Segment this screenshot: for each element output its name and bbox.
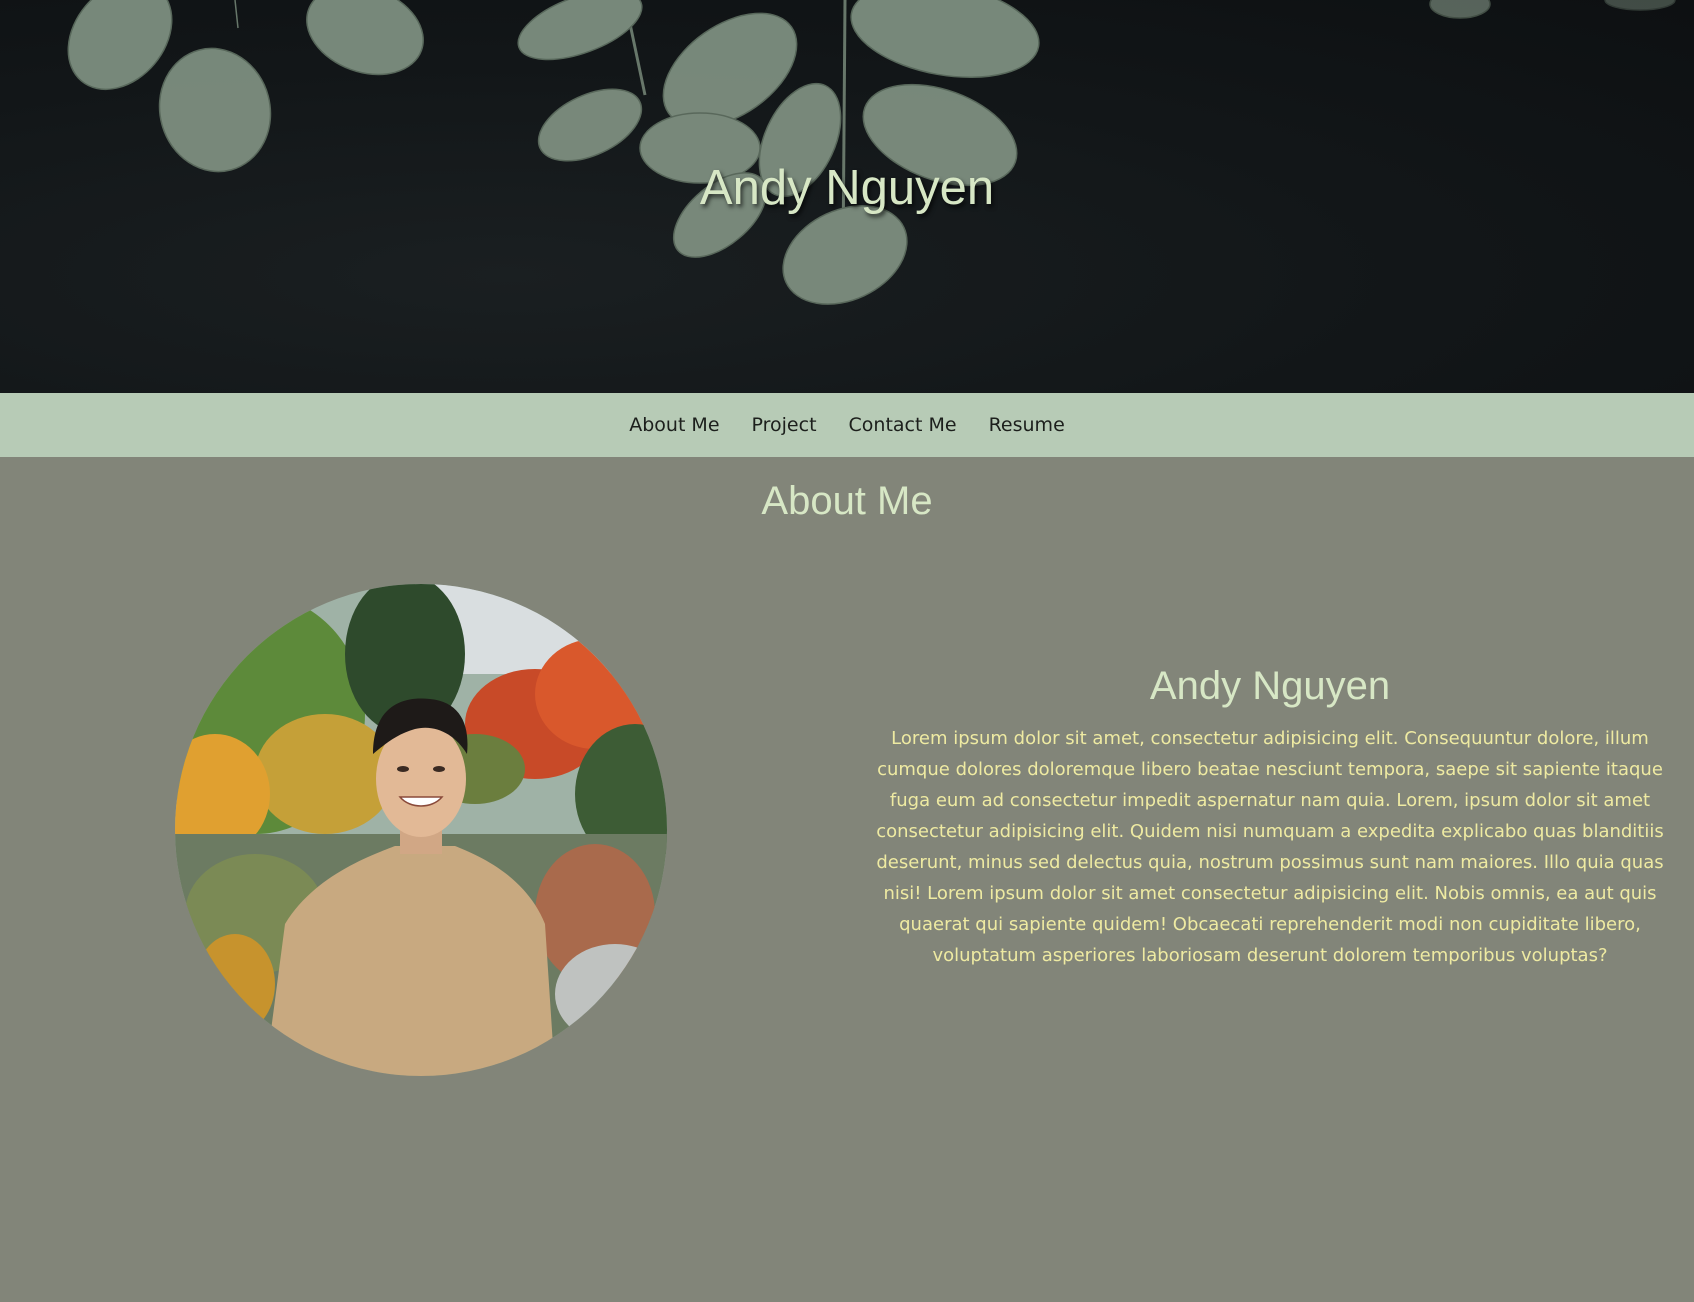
profile-photo: [175, 584, 667, 1076]
nav-link-project[interactable]: Project: [752, 414, 817, 436]
nav-link-about-me[interactable]: About Me: [629, 414, 719, 436]
about-text-block: Andy Nguyen Lorem ipsum dolor sit amet, …: [875, 664, 1665, 971]
nav-link-resume[interactable]: Resume: [989, 414, 1065, 436]
about-name: Andy Nguyen: [1149, 664, 1391, 708]
main-content: About Me Andy Nguyen Lorem ipsum dolor s…: [0, 457, 1694, 1284]
about-section: Andy Nguyen Lorem ipsum dolor sit amet, …: [0, 524, 1694, 1284]
hero-banner: Andy Nguyen: [0, 0, 1694, 393]
about-section-heading: About Me: [761, 479, 933, 523]
hero-title: Andy Nguyen: [699, 161, 995, 215]
about-description: Lorem ipsum dolor sit amet, consectetur …: [876, 728, 1664, 966]
nav-link-contact-me[interactable]: Contact Me: [849, 414, 957, 436]
main-navigation: About Me Project Contact Me Resume: [0, 393, 1694, 457]
